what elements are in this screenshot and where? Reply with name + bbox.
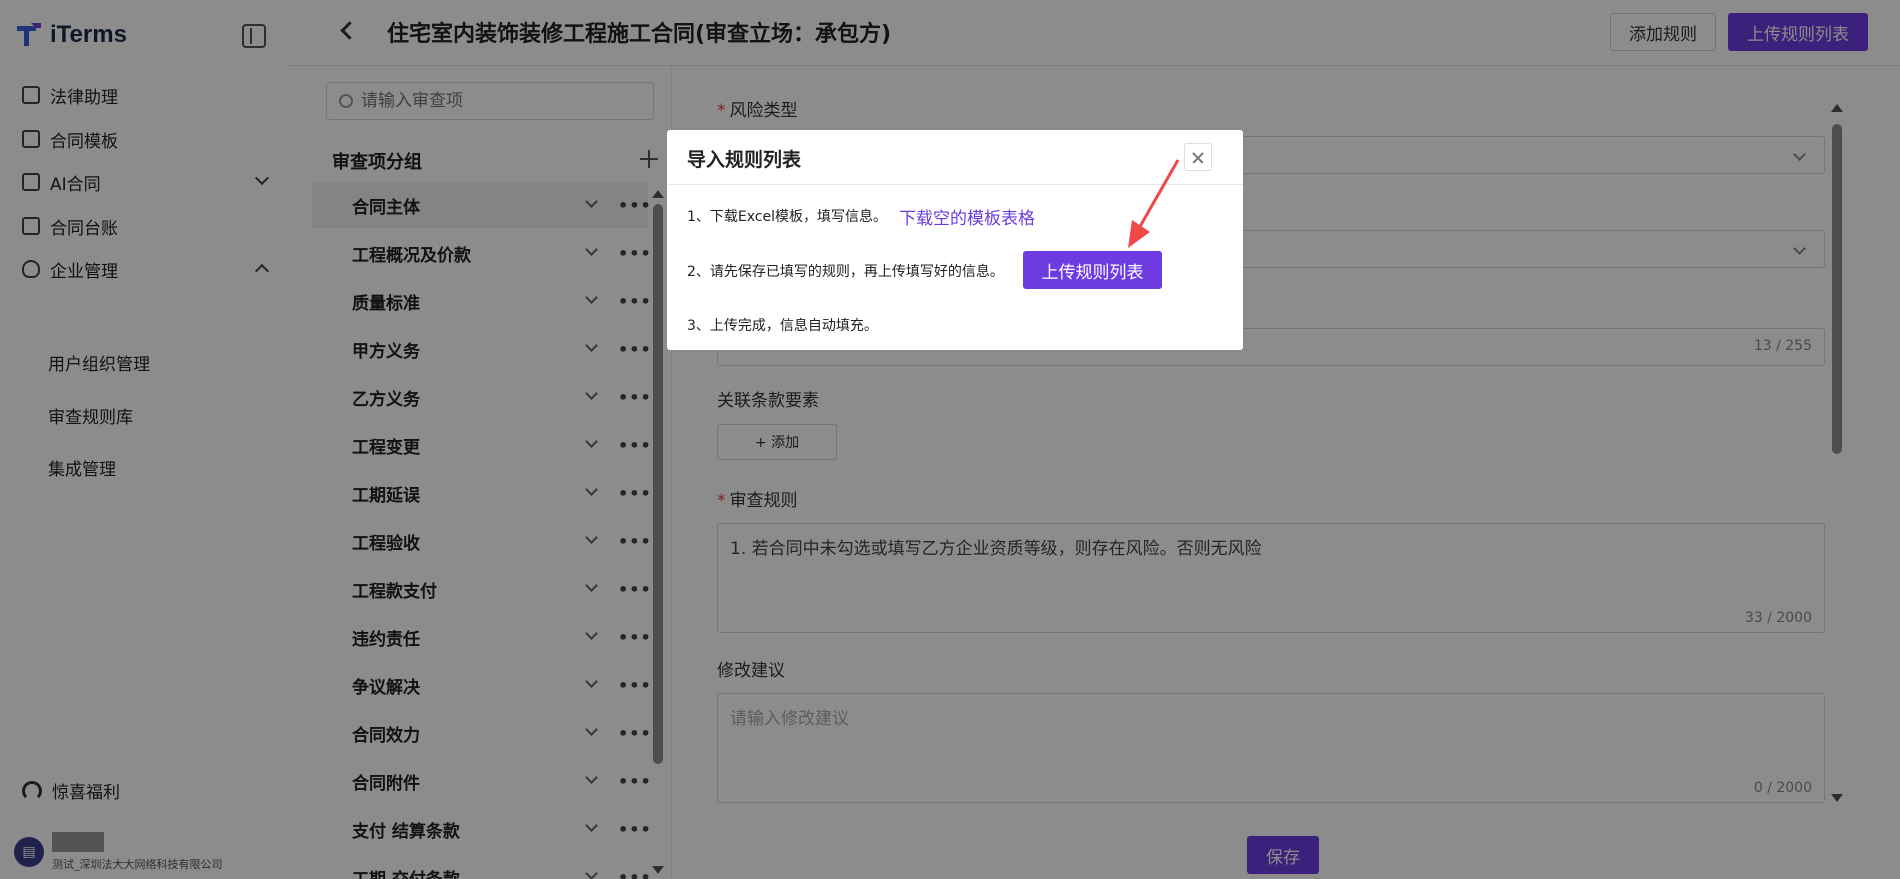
modal-title: 导入规则列表 <box>687 149 802 171</box>
modal-step-2: 2、请先保存已填写的规则，再上传填写好的信息。 <box>687 264 1004 280</box>
close-icon[interactable] <box>1184 143 1212 171</box>
download-template-link[interactable]: 下载空的模板表格 <box>899 204 1035 229</box>
import-rules-modal: 导入规则列表 1、下载Excel模板，填写信息。 下载空的模板表格 2、请先保存… <box>667 130 1243 350</box>
modal-upload-button[interactable]: 上传规则列表 <box>1023 251 1162 289</box>
modal-header: 导入规则列表 <box>667 130 1243 185</box>
modal-step-3: 3、上传完成，信息自动填充。 <box>687 318 878 334</box>
modal-step-1: 1、下载Excel模板，填写信息。 <box>687 209 887 225</box>
